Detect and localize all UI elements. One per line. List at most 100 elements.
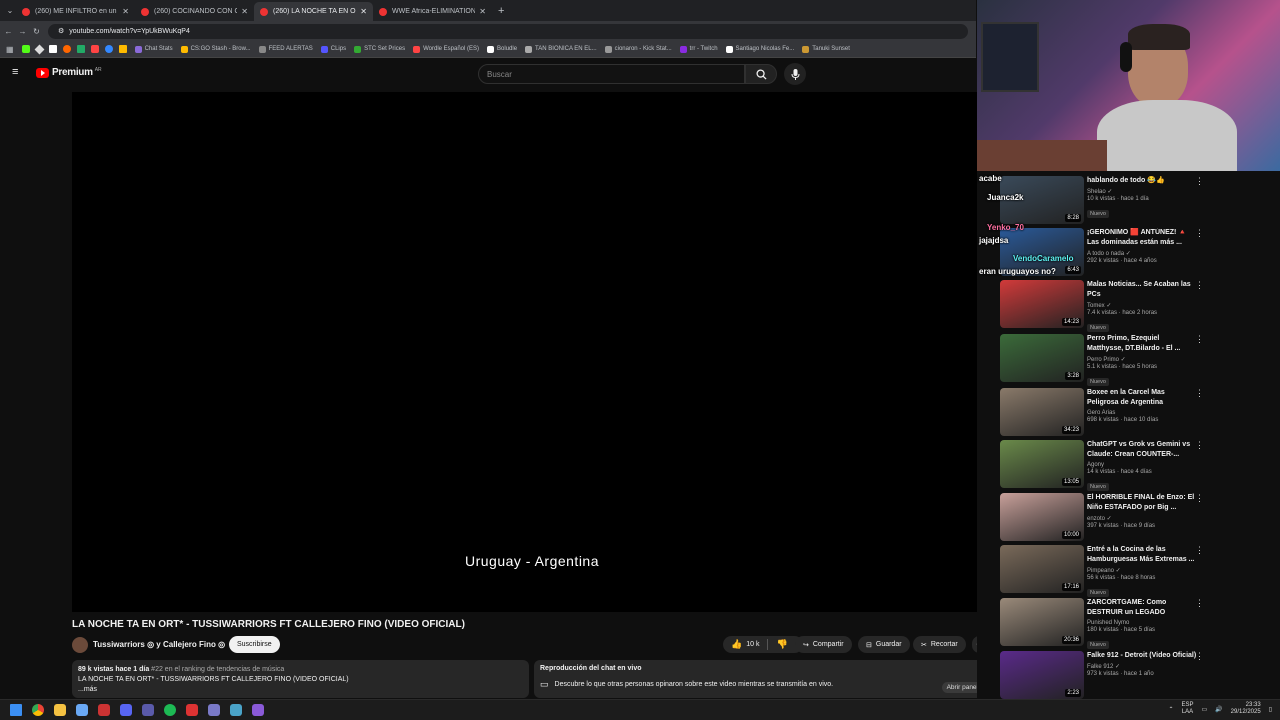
youtube-logo[interactable]: Premium AR (36, 67, 102, 78)
more-options-icon[interactable]: ⋮ (1195, 493, 1204, 504)
search-button[interactable] (745, 64, 777, 84)
recommended-title[interactable]: ¡GERÓNIMO 🟥 ANTÚNEZ! 🔺 Las dominadas est… (1087, 228, 1197, 248)
bookmark-item[interactable]: STC Set Prices (354, 45, 405, 53)
bookmark-item[interactable]: Wordle Español (ES) (413, 45, 479, 53)
subscribe-button[interactable]: Suscribirse (229, 636, 280, 653)
video-thumbnail[interactable]: 34:23 (1000, 388, 1084, 436)
close-tab-icon[interactable]: ✕ (360, 7, 367, 16)
tray-chevron-icon[interactable]: ⌃ (1168, 706, 1173, 713)
app-icon-10[interactable] (208, 704, 220, 716)
like-icon[interactable]: 👍 (731, 639, 742, 650)
forward-icon[interactable]: → (17, 27, 28, 36)
channel-avatar[interactable] (72, 637, 88, 653)
ranking-text[interactable]: #22 en el ranking de tendencias de músic… (151, 666, 284, 673)
video-thumbnail[interactable]: 10:00 (1000, 493, 1084, 541)
recommended-channel[interactable]: A todo o nada ✓ (1087, 250, 1197, 257)
channel-name[interactable]: Tussiwarriors ◎ y Callejero Fino ◎ (93, 640, 225, 649)
recommended-video[interactable]: 20:36 ZARCORTGAME: Como DESTRUIR un LEGAD… (1000, 598, 1270, 649)
recommended-channel[interactable]: Tomex ✓ (1087, 302, 1197, 309)
notifications-icon[interactable]: ▯ (1269, 706, 1272, 713)
recommended-title[interactable]: Perro Primo, Ezequiel Matthysse, DT.Bila… (1087, 334, 1197, 354)
clock[interactable]: 23:33 29/12/2025 (1231, 702, 1261, 716)
browser-tab[interactable]: (260) LA NOCHE TA EN ORT* ✕ (254, 2, 373, 21)
share-button[interactable]: ↪ Compartir (795, 636, 852, 653)
browser-tab[interactable]: (260) COCINANDO CON GABI...✕ (135, 2, 254, 21)
recommended-title[interactable]: ZARCORTGAME: Como DESTRUIR un LEGADO (1087, 598, 1197, 618)
app-icon-9[interactable] (186, 704, 198, 716)
site-info-icon[interactable]: ⚙ (58, 27, 64, 35)
bookmark-icon-5[interactable] (76, 45, 85, 53)
recommended-title[interactable]: Falke 912 - Detroit (Video Oficial) (1087, 651, 1197, 661)
recommended-title[interactable]: Boxee en la Carcel Mas Peligrosa de Arge… (1087, 388, 1197, 408)
more-options-icon[interactable]: ⋮ (1195, 334, 1204, 345)
recommended-channel[interactable]: Perro Primo ✓ (1087, 356, 1197, 363)
bookmark-item[interactable]: Chat Stats (134, 45, 173, 53)
network-icon[interactable]: ▭ (1202, 706, 1208, 713)
bookmark-item[interactable]: Santiago Nicolas Fe... (725, 45, 794, 53)
url-field[interactable]: ⚙ youtube.com/watch?v=YpUkBWuKqP4 (48, 23, 968, 39)
recommended-channel[interactable]: Falke 912 ✓ (1087, 663, 1197, 670)
more-options-icon[interactable]: ⋮ (1195, 280, 1204, 291)
bookmark-icon-3[interactable] (48, 45, 57, 53)
bookmark-icon-8[interactable] (118, 45, 127, 53)
bookmark-item[interactable]: TAN BIONICA EN EL... (525, 45, 597, 53)
voice-search-button[interactable] (784, 63, 806, 85)
windows-start-icon[interactable] (10, 704, 22, 716)
recommended-title[interactable]: Entré a la Cocina de las Hamburguesas Má… (1087, 545, 1197, 565)
search-input[interactable]: Buscar (478, 64, 745, 84)
video-player[interactable]: Uruguay - Argentina (72, 92, 992, 612)
browser-tab[interactable]: WWE Africa-ELIMINATION MA...✕ (373, 2, 492, 21)
close-tab-icon[interactable]: ✕ (241, 7, 248, 16)
bookmark-icon-kick[interactable] (21, 45, 30, 53)
recommended-channel[interactable]: enzoto ✓ (1087, 515, 1197, 522)
app-icon-4[interactable] (76, 704, 88, 716)
tab-list-button[interactable]: ⌄ (4, 6, 16, 15)
clip-button[interactable]: ✂ Recortar (913, 636, 966, 653)
recommended-video[interactable]: 17:16 Entré a la Cocina de las Hamburgues… (1000, 545, 1270, 597)
bookmark-icon-6[interactable] (90, 45, 99, 53)
recommended-channel[interactable]: Pimpeano ✓ (1087, 567, 1197, 574)
recommended-video[interactable]: 10:00 El HORRIBLE FINAL de Enzo: El Niño … (1000, 493, 1270, 543)
more-options-icon[interactable]: ⋮ (1195, 228, 1204, 239)
bookmark-item[interactable]: CS:GO Stash - Brow... (180, 45, 251, 53)
bookmark-item[interactable]: Tanuki Sunset (802, 45, 850, 53)
language-indicator[interactable]: ESP LAA (1181, 702, 1193, 716)
volume-icon[interactable]: 🔊 (1215, 706, 1222, 713)
back-icon[interactable]: ← (3, 27, 14, 36)
bookmark-item[interactable]: CLips (320, 45, 346, 53)
recommended-title[interactable]: El HORRIBLE FINAL de Enzo: El Niño ESTAF… (1087, 493, 1197, 513)
video-thumbnail[interactable]: 3:28 (1000, 334, 1084, 382)
video-thumbnail[interactable]: 2:23 (1000, 651, 1084, 699)
recommended-title[interactable]: hablando de todo 😂👍 (1087, 176, 1197, 186)
recommended-video[interactable]: 14:23 Malas Noticias... Se Acaban las PCs… (1000, 280, 1270, 332)
browser-tab[interactable]: (260) ME INFILTRO en un SUB... ✕ (16, 2, 135, 21)
video-thumbnail[interactable]: 20:36 (1000, 598, 1084, 646)
bookmark-item[interactable]: cionaron - Kick Stat... (604, 45, 672, 53)
app-icon-5[interactable] (98, 704, 110, 716)
save-button[interactable]: ⊟ Guardar (858, 636, 910, 653)
spotify-icon[interactable] (164, 704, 176, 716)
bookmark-icon-4[interactable] (62, 45, 71, 53)
bookmark-icon-2[interactable] (34, 44, 45, 54)
chrome-icon[interactable] (32, 704, 44, 716)
new-tab-button[interactable]: + (498, 5, 504, 17)
recommended-video[interactable]: 13:05 ChatGPT vs Grok vs Gemini vs Claude… (1000, 440, 1270, 491)
recommended-video[interactable]: 2:23 Falke 912 - Detroit (Video Oficial) F… (1000, 651, 1270, 699)
recommended-channel[interactable]: Agony (1087, 462, 1197, 468)
recommended-channel[interactable]: Shelao ✓ (1087, 188, 1197, 195)
bookmark-item[interactable]: FEED ALERTAS (258, 45, 313, 53)
like-count[interactable]: 10 k (746, 641, 759, 648)
description-more[interactable]: ...más (78, 685, 523, 695)
more-options-icon[interactable]: ⋮ (1195, 176, 1204, 187)
description-box[interactable]: 89 k vistas hace 1 día #22 en el ranking… (72, 660, 529, 698)
more-options-icon[interactable]: ⋮ (1195, 545, 1204, 556)
more-options-icon[interactable]: ⋮ (1195, 598, 1204, 609)
more-options-icon[interactable]: ⋮ (1195, 388, 1204, 399)
more-options-icon[interactable]: ⋮ (1195, 651, 1204, 662)
bookmark-icon-7[interactable] (104, 45, 113, 53)
video-thumbnail[interactable]: 13:05 (1000, 440, 1084, 488)
recommended-title[interactable]: ChatGPT vs Grok vs Gemini vs Claude: Cre… (1087, 440, 1197, 460)
more-options-icon[interactable]: ⋮ (1195, 440, 1204, 451)
apps-icon[interactable]: ▦ (6, 45, 14, 54)
video-thumbnail[interactable]: 14:23 (1000, 280, 1084, 328)
